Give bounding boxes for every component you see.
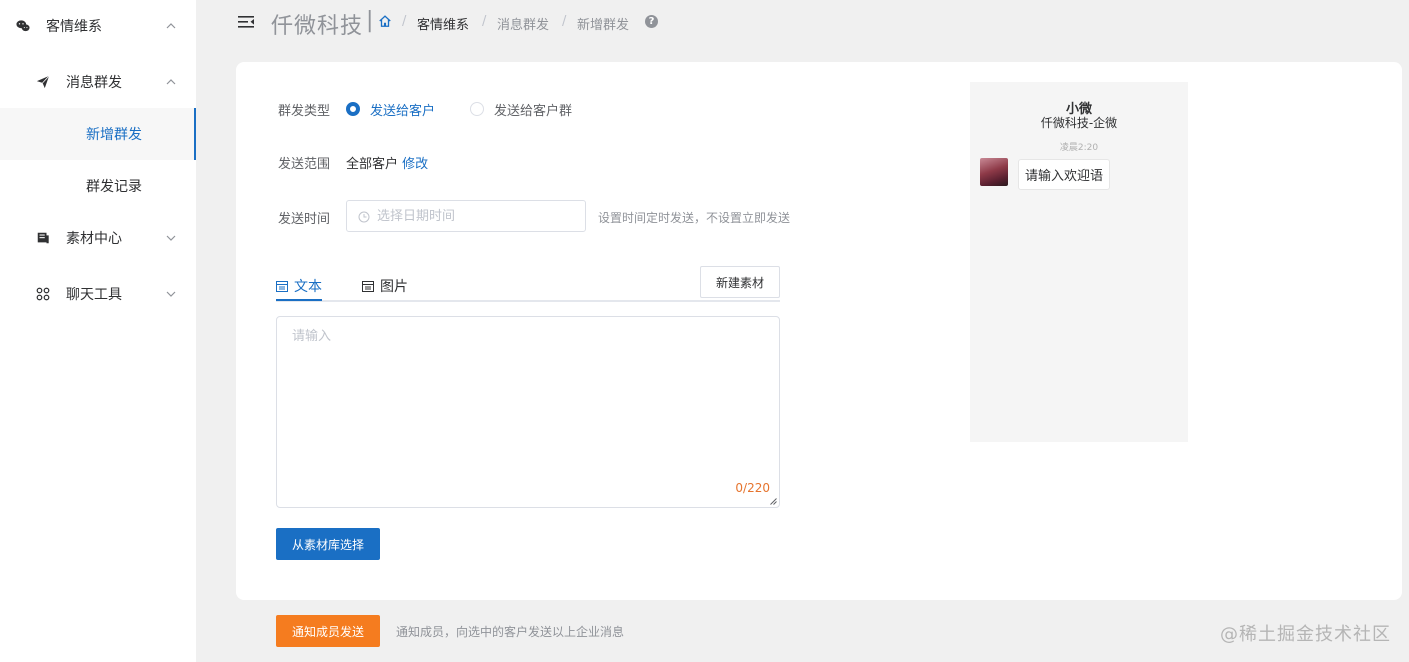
notify-hint: 通知成员，向选中的客户发送以上企业消息 — [396, 625, 625, 639]
brand-title: 仟微科技 — [271, 14, 364, 39]
preview-corp: 仟微科技-企微 — [1040, 116, 1118, 130]
sidebar-item-label: 群发记录 — [86, 179, 142, 195]
main-card: 群发类型 发送给客户 发送给客户群 发送范围 全部客户 修改 发送时间 设置时间… — [236, 62, 1402, 600]
chevron-down-icon — [166, 235, 176, 241]
archive-icon — [37, 232, 49, 244]
datetime-picker[interactable] — [346, 200, 586, 232]
grid-icon — [36, 287, 50, 301]
range-edit-link[interactable]: 修改 — [402, 157, 428, 172]
preview-bubble: 请输入欢迎语 — [1018, 159, 1111, 190]
sidebar-item-label: 新增群发 — [86, 127, 142, 143]
range-label: 发送范围 — [278, 157, 331, 172]
sidebar-item-customer-care[interactable]: 客情维系 — [0, 0, 196, 52]
breadcrumb-separator: / — [402, 14, 407, 29]
watermark: @稀土掘金技术社区 — [1220, 624, 1391, 645]
sidebar-item-message-broadcast[interactable]: 消息群发 — [0, 56, 196, 108]
brand-separator: | — [366, 8, 374, 33]
tab-text-label: 文本 — [294, 279, 322, 295]
resize-grip-icon[interactable] — [770, 498, 777, 505]
new-material-button[interactable]: 新建素材 — [700, 266, 780, 298]
type-label: 群发类型 — [278, 104, 331, 119]
sidebar-item-label: 聊天工具 — [66, 287, 122, 303]
char-counter: 0/220 — [735, 481, 770, 495]
chevron-down-icon — [166, 291, 176, 297]
datetime-input[interactable] — [377, 201, 577, 231]
sidebar-item-new-broadcast[interactable]: 新增群发 — [0, 108, 196, 160]
calendar-icon — [276, 281, 288, 292]
select-from-library-button[interactable]: 从素材库选择 — [276, 528, 380, 560]
range-value-text: 全部客户 — [346, 157, 399, 172]
range-value: 全部客户 修改 — [346, 153, 428, 172]
radio-send-to-groups[interactable] — [470, 102, 484, 116]
preview-time: 凌晨2:20 — [1059, 143, 1099, 153]
radio-send-to-customers[interactable] — [346, 102, 360, 116]
help-icon[interactable]: ? — [645, 15, 658, 28]
breadcrumb-message-broadcast[interactable]: 消息群发 — [497, 14, 549, 33]
calendar-icon — [362, 281, 374, 292]
radio-label-groups[interactable]: 发送给客户群 — [494, 100, 572, 119]
chevron-up-icon — [166, 23, 176, 29]
tab-active-indicator — [276, 299, 322, 301]
sidebar: 客情维系 消息群发 新增群发 群发记录 素材中心 聊天工具 — [0, 0, 196, 662]
sidebar-item-material-center[interactable]: 素材中心 — [0, 212, 196, 264]
tab-image-label: 图片 — [380, 279, 408, 295]
home-icon[interactable] — [378, 14, 392, 28]
breadcrumb-separator: / — [482, 14, 487, 29]
sidebar-item-label: 素材中心 — [66, 231, 122, 247]
radio-label-customers[interactable]: 发送给客户 — [370, 100, 435, 119]
paper-plane-icon — [36, 75, 50, 89]
notify-members-button[interactable]: 通知成员发送 — [276, 615, 380, 647]
active-indicator — [194, 108, 196, 160]
sidebar-item-chat-tools[interactable]: 聊天工具 — [0, 268, 196, 320]
tabs-divider — [276, 300, 780, 302]
chevron-up-icon — [166, 79, 176, 85]
avatar — [980, 158, 1008, 186]
sidebar-item-label: 消息群发 — [66, 75, 122, 91]
message-textarea[interactable] — [277, 317, 779, 507]
tab-text[interactable]: 文本 — [276, 272, 322, 300]
message-preview: 小微 仟微科技-企微 凌晨2:20 请输入欢迎语 — [970, 82, 1188, 442]
breadcrumb-new-broadcast: 新增群发 — [577, 18, 630, 33]
menu-fold-icon[interactable] — [238, 15, 254, 29]
time-label: 发送时间 — [278, 212, 331, 227]
breadcrumb-customer-care[interactable]: 客情维系 — [417, 14, 469, 33]
sidebar-item-label: 客情维系 — [46, 19, 102, 35]
clock-icon — [358, 211, 370, 223]
tab-image[interactable]: 图片 — [362, 272, 408, 300]
header: 仟微科技 | / 客情维系 / 消息群发 / 新增群发 ? — [196, 0, 1409, 48]
sidebar-item-broadcast-records[interactable]: 群发记录 — [0, 160, 196, 212]
message-textarea-wrapper: 0/220 — [276, 316, 780, 508]
breadcrumb-separator: / — [562, 14, 567, 29]
wechat-icon — [16, 20, 30, 32]
time-hint: 设置时间定时发送，不设置立即发送 — [598, 211, 791, 225]
